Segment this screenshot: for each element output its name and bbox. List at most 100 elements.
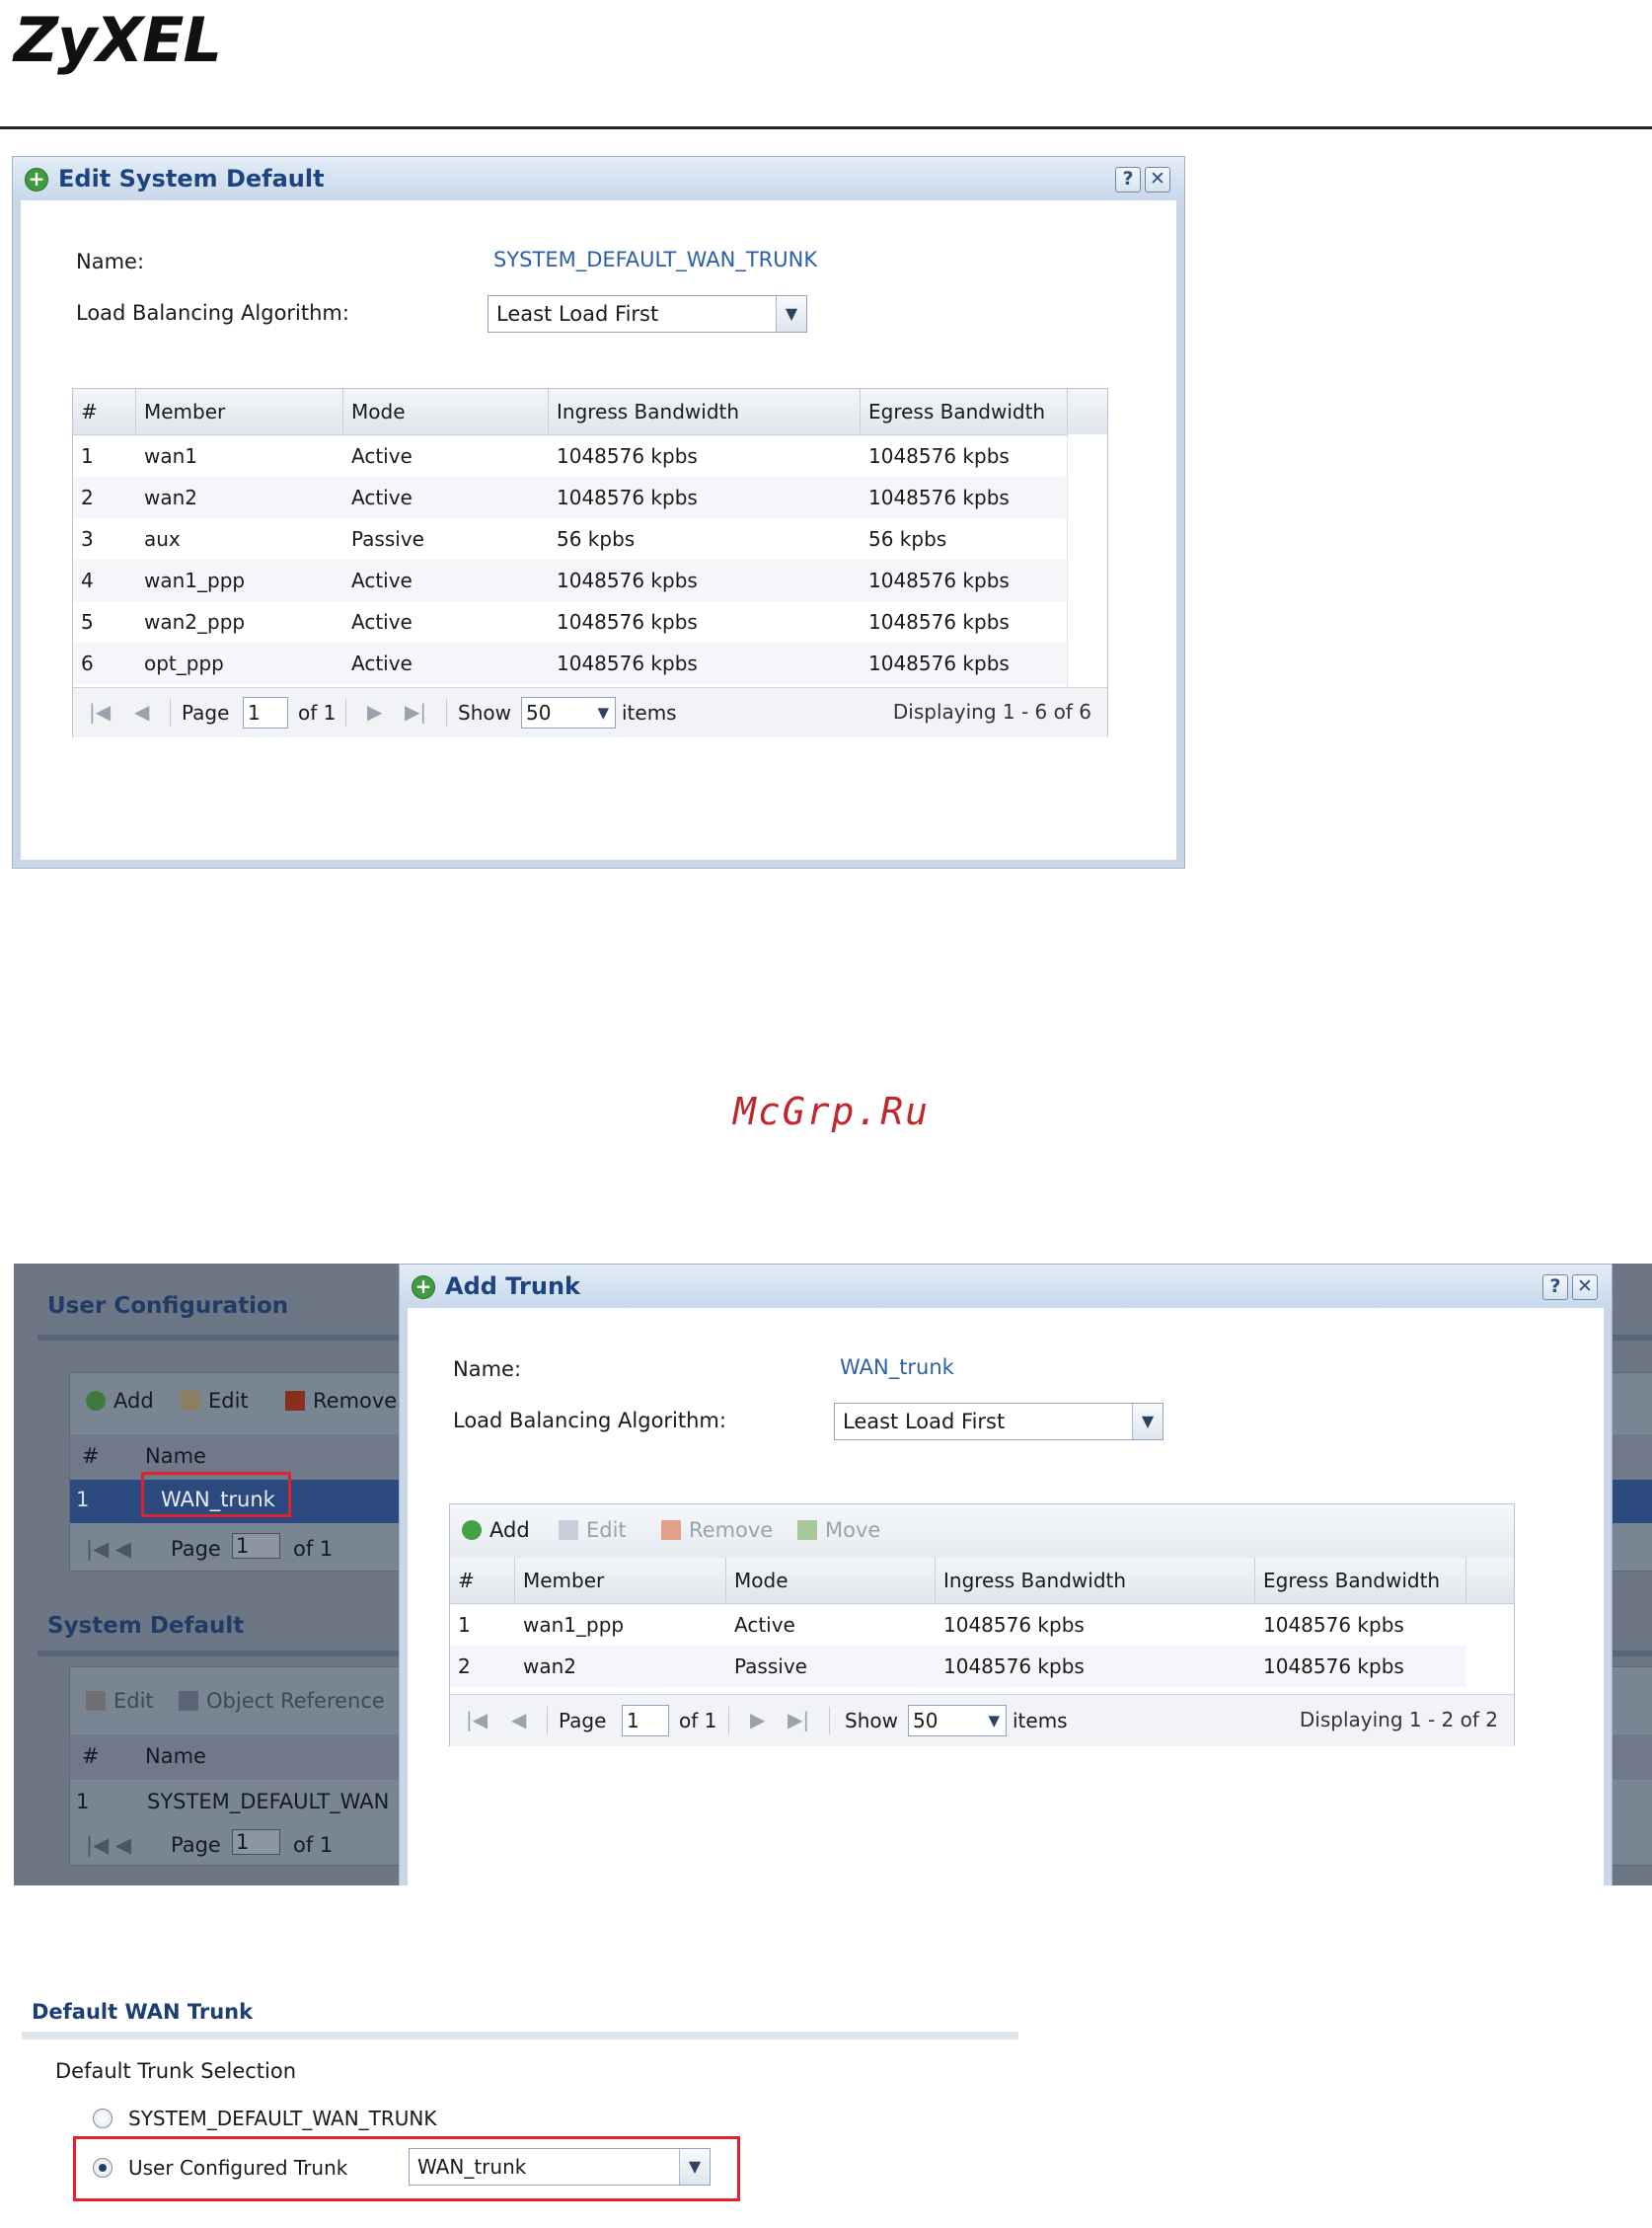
prev-page-icon[interactable]: ◀ bbox=[134, 700, 149, 724]
user-configured-radio[interactable] bbox=[93, 2158, 113, 2178]
remove-button[interactable]: Remove bbox=[285, 1389, 397, 1413]
help-button[interactable]: ? bbox=[1542, 1274, 1568, 1300]
edit-button[interactable]: Edit bbox=[181, 1389, 249, 1413]
algorithm-select-value: Least Load First bbox=[496, 302, 659, 326]
table-row[interactable]: 1 wan1 Active 1048576 kpbs 1048576 kpbs bbox=[73, 435, 1068, 477]
object-reference-button[interactable]: Object Reference bbox=[179, 1689, 385, 1713]
col-name[interactable]: Name bbox=[145, 1744, 206, 1768]
add-circle-icon bbox=[462, 1520, 482, 1540]
col-num[interactable]: # bbox=[82, 1444, 100, 1468]
chevron-down-icon[interactable]: ▼ bbox=[776, 296, 806, 332]
edit-button[interactable]: Edit bbox=[86, 1689, 154, 1713]
table-row[interactable]: 4 wan1_ppp Active 1048576 kpbs 1048576 kpbs bbox=[73, 560, 1068, 601]
chevron-down-icon[interactable]: ▼ bbox=[1132, 1404, 1163, 1439]
prev-page-icon[interactable]: ◀ bbox=[511, 1708, 526, 1731]
table-cell: 1 bbox=[458, 1613, 471, 1637]
page-input[interactable]: 1 bbox=[622, 1705, 669, 1736]
close-button[interactable]: ✕ bbox=[1572, 1274, 1598, 1300]
show-label: Show bbox=[458, 701, 511, 725]
col-num[interactable]: # bbox=[73, 389, 136, 434]
close-button[interactable]: ✕ bbox=[1145, 167, 1170, 192]
last-page-icon[interactable]: ▶| bbox=[788, 1708, 809, 1731]
items-label: items bbox=[622, 701, 677, 725]
user-trunk-select[interactable]: WAN_trunk ▼ bbox=[409, 2148, 711, 2186]
table-cell: 1048576 kpbs bbox=[943, 1654, 1085, 1678]
remove-button[interactable]: Remove bbox=[661, 1518, 773, 1542]
name-label: Name: bbox=[76, 250, 145, 273]
table-cell: Active bbox=[351, 610, 413, 634]
col-num[interactable]: # bbox=[450, 1558, 515, 1603]
page-input[interactable]: 1 bbox=[232, 1829, 280, 1855]
algorithm-select[interactable]: Least Load First ▼ bbox=[488, 295, 807, 333]
table-cell: 2 bbox=[458, 1654, 471, 1678]
add-circle-icon bbox=[86, 1391, 106, 1411]
col-egress[interactable]: Egress Bandwidth bbox=[1255, 1558, 1466, 1603]
next-page-icon[interactable]: ▶ bbox=[750, 1708, 765, 1731]
table-cell: 1048576 kpbs bbox=[1263, 1654, 1404, 1678]
move-button[interactable]: Move bbox=[797, 1518, 880, 1542]
col-mode[interactable]: Mode bbox=[343, 389, 549, 434]
page-size-select[interactable]: 50 ▼ bbox=[521, 697, 616, 729]
name-value: SYSTEM_DEFAULT_WAN_TRUNK bbox=[493, 248, 818, 271]
members-grid: # Member Mode Ingress Bandwidth Egress B… bbox=[72, 388, 1108, 737]
col-mode[interactable]: Mode bbox=[726, 1558, 936, 1603]
col-num[interactable]: # bbox=[82, 1744, 100, 1768]
add-button[interactable]: Add bbox=[462, 1518, 530, 1542]
object-reference-label: Object Reference bbox=[206, 1689, 385, 1713]
first-page-icon[interactable]: |◀ bbox=[466, 1708, 488, 1731]
page-size-select[interactable]: 50 ▼ bbox=[908, 1705, 1007, 1736]
first-page-icon[interactable]: |◀ bbox=[89, 700, 111, 724]
chevron-down-icon[interactable]: ▼ bbox=[597, 698, 609, 728]
displaying-text: Displaying 1 - 2 of 2 bbox=[1299, 1708, 1498, 1731]
grid-pager: |◀ ◀ Page 1 of 1 ▶ ▶| Show 50 ▼ items Di… bbox=[450, 1694, 1514, 1746]
add-button[interactable]: Add bbox=[86, 1389, 154, 1413]
col-ingress[interactable]: Ingress Bandwidth bbox=[549, 389, 861, 434]
page-input[interactable]: 1 bbox=[243, 697, 288, 729]
table-cell: 5 bbox=[81, 610, 94, 634]
col-name[interactable]: Name bbox=[145, 1444, 206, 1468]
dialog-title: Add Trunk bbox=[445, 1272, 580, 1300]
grid-scrollbar[interactable] bbox=[1067, 434, 1107, 687]
dialog-titlebar[interactable]: + Edit System Default ? ✕ bbox=[13, 157, 1184, 200]
first-page-icon[interactable]: |◀ ◀ bbox=[86, 1537, 131, 1561]
chevron-down-icon[interactable]: ▼ bbox=[679, 2149, 710, 2185]
row-name[interactable]: SYSTEM_DEFAULT_WAN bbox=[147, 1790, 389, 1813]
col-member[interactable]: Member bbox=[515, 1558, 726, 1603]
edit-button[interactable]: Edit bbox=[559, 1518, 627, 1542]
table-row[interactable]: 2 wan2 Active 1048576 kpbs 1048576 kpbs bbox=[73, 477, 1068, 518]
table-cell: 3 bbox=[81, 527, 94, 551]
zyxel-logo: ZyXEL bbox=[14, 4, 222, 76]
col-egress[interactable]: Egress Bandwidth bbox=[861, 389, 1068, 434]
help-button[interactable]: ? bbox=[1115, 167, 1141, 192]
table-row[interactable]: 6 opt_ppp Active 1048576 kpbs 1048576 kpbs bbox=[73, 643, 1068, 684]
first-page-icon[interactable]: |◀ ◀ bbox=[86, 1833, 131, 1857]
col-ingress[interactable]: Ingress Bandwidth bbox=[936, 1558, 1255, 1603]
dialog-body: Name: WAN_trunk Load Balancing Algorithm… bbox=[408, 1308, 1604, 1885]
watermark-text: McGrp.Ru bbox=[733, 1090, 931, 1133]
default-trunk-selection-label: Default Trunk Selection bbox=[55, 2059, 297, 2083]
move-icon bbox=[797, 1520, 817, 1540]
page-input[interactable]: 1 bbox=[232, 1533, 280, 1559]
system-default-radio[interactable] bbox=[93, 2109, 113, 2128]
edit-icon bbox=[181, 1391, 200, 1411]
remove-button-label: Remove bbox=[689, 1518, 774, 1542]
user-configuration-title: User Configuration bbox=[47, 1293, 289, 1319]
table-row[interactable]: 5 wan2_ppp Active 1048576 kpbs 1048576 kpbs bbox=[73, 601, 1068, 643]
grid-header: # Member Mode Ingress Bandwidth Egress B… bbox=[450, 1558, 1514, 1604]
next-page-icon[interactable]: ▶ bbox=[367, 700, 382, 724]
table-row[interactable]: 1 wan1_ppp Active 1048576 kpbs 1048576 kpbs bbox=[450, 1604, 1466, 1646]
dialog-titlebar[interactable]: + Add Trunk ? ✕ bbox=[400, 1265, 1612, 1308]
table-row[interactable]: 3 aux Passive 56 kpbs 56 kpbs bbox=[73, 518, 1068, 560]
header-divider bbox=[0, 126, 1652, 129]
algorithm-select-value: Least Load First bbox=[843, 1410, 1006, 1433]
chevron-down-icon[interactable]: ▼ bbox=[988, 1706, 1000, 1735]
col-member[interactable]: Member bbox=[136, 389, 343, 434]
algorithm-select[interactable]: Least Load First ▼ bbox=[834, 1403, 1164, 1440]
table-cell: 1048576 kpbs bbox=[557, 486, 698, 509]
table-row[interactable]: 2 wan2 Passive 1048576 kpbs 1048576 kpbs bbox=[450, 1646, 1466, 1687]
table-cell: Passive bbox=[734, 1654, 807, 1678]
last-page-icon[interactable]: ▶| bbox=[405, 700, 426, 724]
table-cell: wan2 bbox=[144, 486, 198, 509]
name-label: Name: bbox=[453, 1357, 522, 1381]
pager-separator bbox=[446, 699, 447, 727]
